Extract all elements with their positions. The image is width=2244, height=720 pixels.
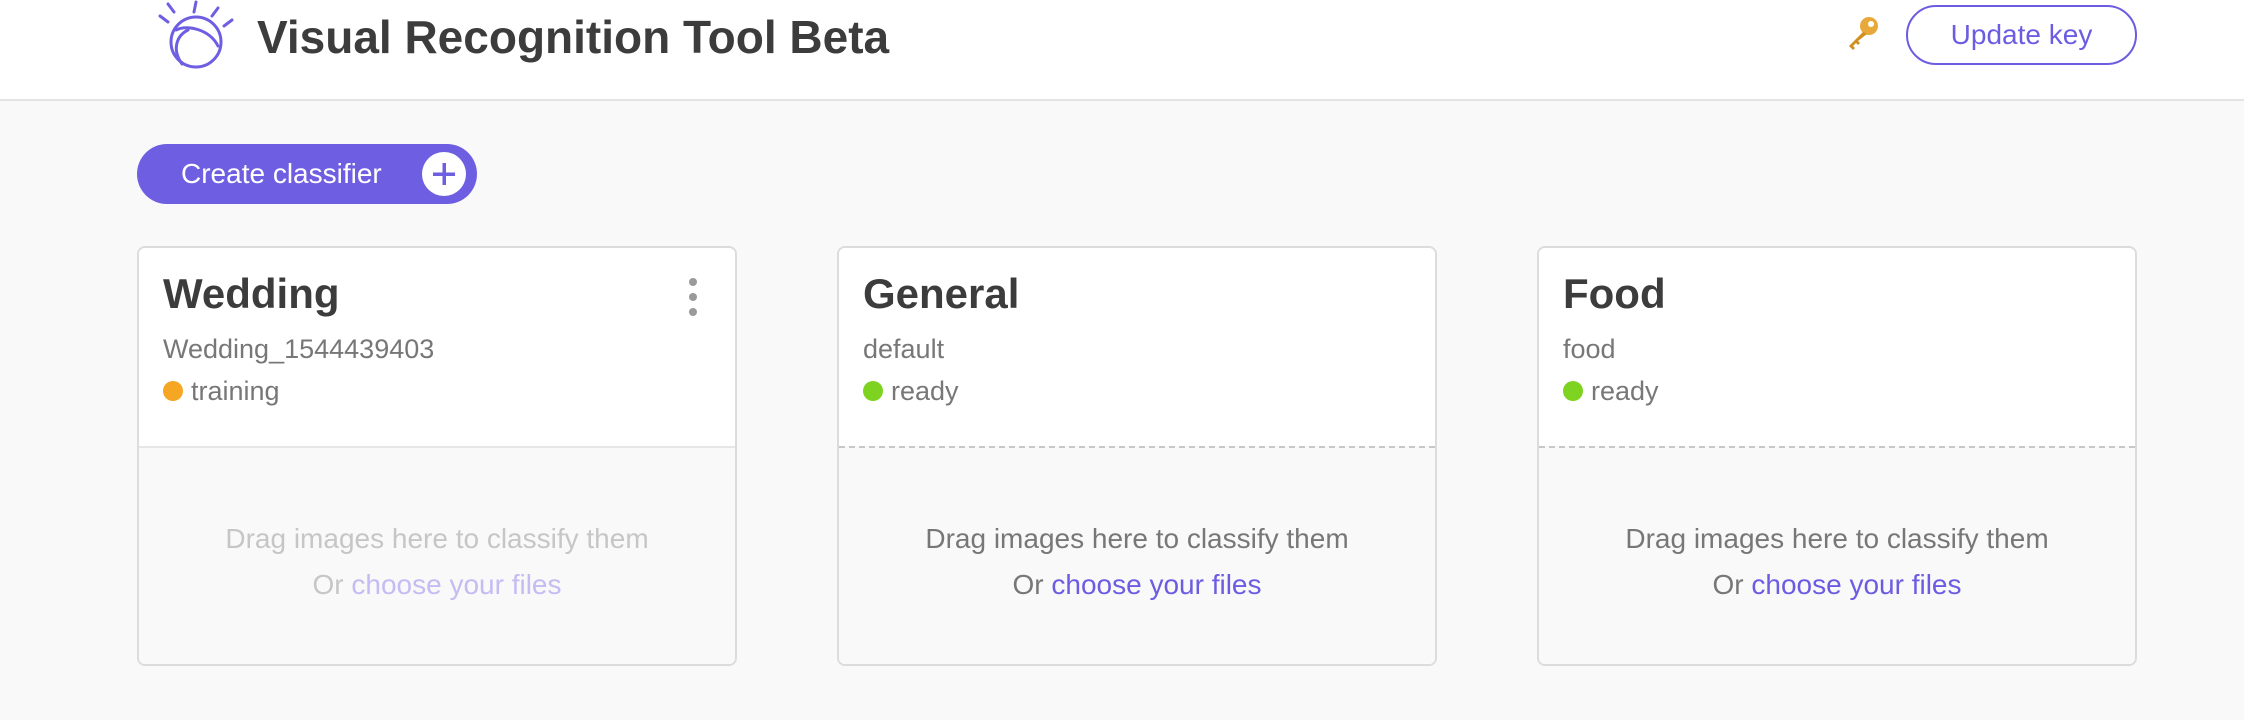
status-dot-icon — [1563, 380, 1583, 401]
status-label: ready — [891, 376, 959, 406]
status-indicator: training — [163, 376, 280, 407]
classifier-card-food: Food food ready Drag images here to clas… — [1537, 246, 2137, 666]
card-header: Wedding Wedding_1544439403 training — [139, 248, 735, 446]
create-classifier-label: Create classifier — [181, 158, 382, 189]
choose-files-link[interactable]: choose your files — [351, 569, 561, 600]
classifier-id: Wedding_1544439403 — [163, 334, 435, 364]
status-indicator: ready — [1563, 376, 1659, 407]
classifier-name: Food — [1563, 270, 1666, 317]
image-drop-zone[interactable]: Drag images here to classify them Or cho… — [139, 446, 735, 664]
status-dot-icon — [863, 380, 883, 401]
ibm-watson-logo-icon — [158, 0, 234, 69]
update-key-button[interactable]: Update key — [1906, 5, 2137, 65]
status-indicator: ready — [863, 376, 959, 407]
card-header: General default ready — [839, 248, 1435, 446]
image-drop-zone[interactable]: Drag images here to classify them Or cho… — [1539, 446, 2135, 664]
drop-instructions: Drag images here to classify them — [1625, 523, 2049, 554]
classifier-id: default — [863, 334, 945, 364]
app-header: Visual Recognition Tool Beta Update key — [0, 0, 2244, 101]
classifier-name: General — [863, 270, 1020, 317]
classifier-id: food — [1563, 334, 1616, 364]
key-icon — [1849, 17, 1878, 50]
more-options-icon[interactable] — [686, 278, 700, 318]
status-dot-icon — [163, 380, 183, 401]
image-drop-zone[interactable]: Drag images here to classify them Or cho… — [839, 446, 1435, 664]
drop-or-text: Or — [312, 569, 352, 600]
plus-icon — [422, 152, 466, 196]
drop-or-text: Or — [1012, 569, 1052, 600]
classifier-name: Wedding — [163, 270, 340, 317]
status-label: training — [191, 376, 280, 406]
app-title: Visual Recognition Tool Beta — [257, 11, 890, 63]
classifier-card-general: General default ready Drag images here t… — [837, 246, 1437, 666]
create-classifier-button[interactable]: Create classifier — [137, 144, 477, 204]
drop-instructions: Drag images here to classify them — [925, 523, 1349, 554]
choose-files-link[interactable]: choose your files — [1751, 569, 1961, 600]
drop-instructions: Drag images here to classify them — [225, 523, 649, 554]
status-label: ready — [1591, 376, 1659, 406]
classifier-card-wedding: Wedding Wedding_1544439403 training Drag… — [137, 246, 737, 666]
drop-or-text: Or — [1712, 569, 1752, 600]
choose-files-link[interactable]: choose your files — [1051, 569, 1261, 600]
card-header: Food food ready — [1539, 248, 2135, 446]
